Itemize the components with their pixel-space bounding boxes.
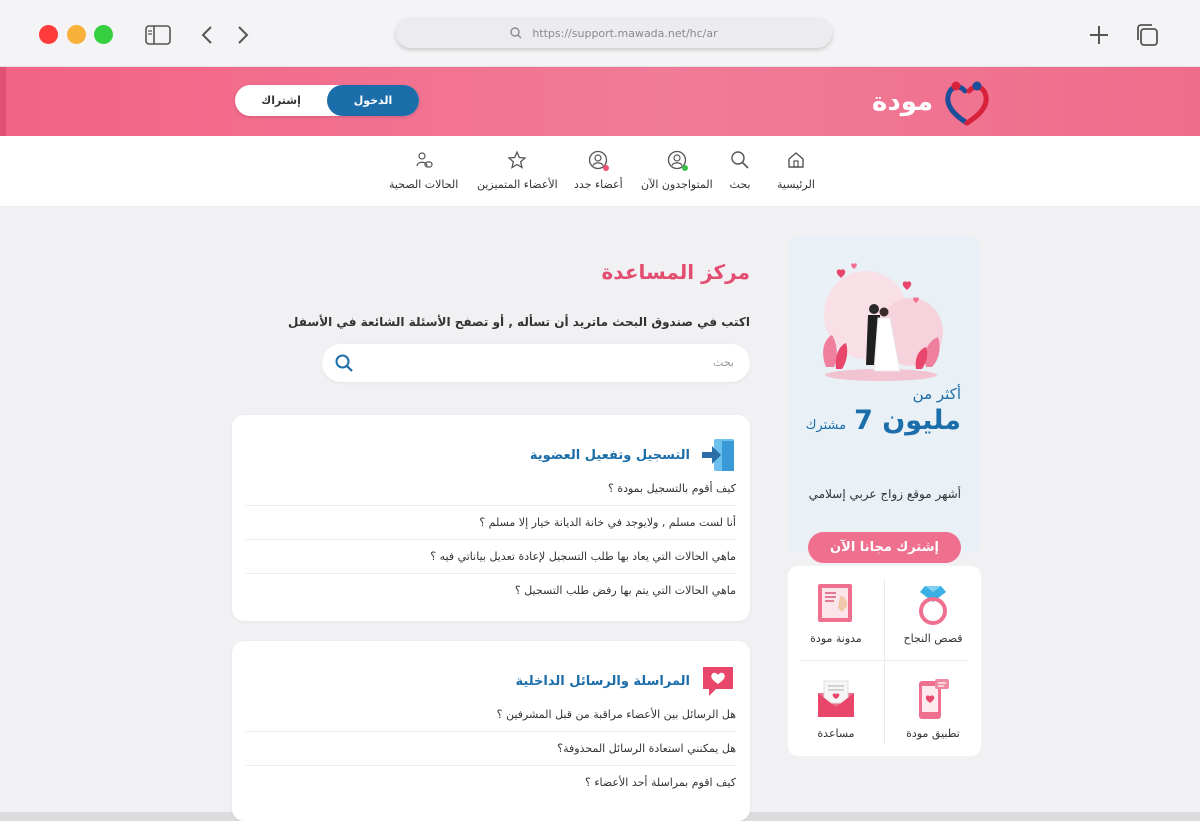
section-header: المراسلة والرسائل الداخلية [516, 663, 736, 699]
nav-item-home[interactable]: الرئيسية [777, 149, 815, 191]
faq-question[interactable]: هل يمكنني استعادة الرسائل المحذوفة؟ [246, 742, 736, 766]
faq-question[interactable]: أنا لست مسلم , ولايوجد في خانة الديانة خ… [246, 516, 736, 540]
logo-icon [945, 81, 989, 126]
page-content: مركز المساعدة اكتب في صندوق البحث ماتريد… [0, 207, 1200, 821]
login-button[interactable]: الدخول [327, 85, 419, 116]
promo-card: أكثر من مشترك 7 مليون أشهر موقع زواج عرب… [788, 235, 981, 563]
nav-label: المتواجدون الآن [641, 178, 713, 191]
chat-heart-icon [703, 667, 733, 696]
user-new-icon [587, 149, 610, 171]
maximize-window-button[interactable] [94, 25, 113, 44]
page-title: مركز المساعدة [601, 260, 750, 284]
sidebar-toggle-icon[interactable] [145, 22, 171, 48]
site-logo[interactable]: مودة [872, 77, 993, 127]
nav-label: الأعضاء المتميزين [477, 178, 558, 191]
search-icon [510, 27, 522, 39]
main-nav: الرئيسية بحث المتواجدون الآن أعضاء جدد ا… [0, 136, 1200, 207]
link-label: مدونة مودة [810, 632, 862, 645]
promo-description: أشهر موقع زواج عربي إسلامي [808, 487, 961, 501]
faq-question[interactable]: هل الرسائل بين الأعضاء مراقبة من قبل الم… [246, 708, 736, 732]
blog-icon [818, 584, 852, 622]
site-header: مودة إشتراك الدخول [0, 67, 1200, 136]
faq-question[interactable]: ماهي الحالات التي يعاد بها طلب التسجيل ل… [246, 550, 736, 574]
search-input[interactable]: بحث [322, 344, 750, 382]
link-blog[interactable]: مدونة مودة [788, 566, 884, 661]
quick-links: قصص النجاح مدونة مودة تطبيق مودة مساعدة [788, 566, 981, 756]
promo-subscriber: مشترك [805, 418, 847, 433]
subscribe-button[interactable]: إشتراك [235, 85, 327, 116]
wedding-illustration [823, 263, 943, 381]
star-icon [506, 149, 528, 171]
section-title[interactable]: المراسلة والرسائل الداخلية [516, 674, 690, 689]
nav-item-search[interactable]: بحث [729, 149, 751, 191]
link-help[interactable]: مساعدة [788, 661, 884, 756]
minimize-window-button[interactable] [67, 25, 86, 44]
search-placeholder: بحث [713, 356, 734, 369]
nav-label: أعضاء جدد [574, 178, 623, 191]
link-app[interactable]: تطبيق مودة [885, 661, 981, 756]
subscribe-now-button[interactable]: إشترك مجانا الآن [808, 532, 961, 563]
section-header: التسجيل وتفعيل العضوية [530, 437, 736, 473]
back-icon[interactable] [194, 22, 220, 48]
phone-app-icon [919, 679, 949, 719]
health-icon [413, 149, 435, 171]
home-icon [785, 149, 807, 171]
nav-label: الرئيسية [777, 178, 815, 191]
promo-more-than: أكثر من [912, 385, 961, 403]
browser-chrome: https://support.mawada.net/hc/ar [0, 0, 1200, 67]
link-label: تطبيق مودة [906, 727, 960, 740]
link-label: قصص النجاح [903, 632, 963, 645]
search-icon[interactable] [334, 353, 354, 373]
faq-question[interactable]: ماهي الحالات التي يتم بها رفض طلب التسجي… [246, 584, 736, 607]
faq-section-messaging: المراسلة والرسائل الداخلية هل الرسائل بي… [232, 641, 750, 821]
link-label: مساعدة [817, 727, 855, 740]
nav-item-featured[interactable]: الأعضاء المتميزين [477, 149, 558, 191]
faq-question[interactable]: كيف أقوم بالتسجيل بمودة ؟ [246, 482, 736, 506]
user-online-icon [666, 149, 688, 171]
nav-label: بحث [729, 178, 751, 191]
link-success-stories[interactable]: قصص النجاح [885, 566, 981, 661]
nav-label: الحالات الصحية [389, 178, 459, 191]
ring-icon [919, 586, 947, 625]
promo-million: 7 مليون [854, 405, 961, 436]
mail-help-icon [818, 680, 854, 717]
nav-item-health[interactable]: الحالات الصحية [389, 149, 458, 191]
auth-toggle: إشتراك الدخول [235, 85, 419, 116]
logo-text: مودة [872, 87, 934, 117]
search-icon [729, 149, 751, 171]
address-bar[interactable]: https://support.mawada.net/hc/ar [396, 18, 832, 48]
login-arrow-icon [702, 439, 734, 471]
new-tab-icon[interactable] [1086, 22, 1112, 48]
faq-question[interactable]: كيف اقوم بمراسلة أحد الأعضاء ؟ [246, 776, 736, 799]
section-title[interactable]: التسجيل وتفعيل العضوية [530, 448, 690, 463]
promo-count: مشترك 7 مليون [806, 405, 961, 436]
nav-item-new-members[interactable]: أعضاء جدد [574, 149, 623, 191]
faq-section-registration: التسجيل وتفعيل العضوية كيف أقوم بالتسجيل… [232, 415, 750, 621]
nav-item-online[interactable]: المتواجدون الآن [641, 149, 713, 191]
tabs-overview-icon[interactable] [1134, 22, 1160, 48]
url-text: https://support.mawada.net/hc/ar [532, 26, 718, 40]
forward-icon[interactable] [230, 22, 256, 48]
page-subtitle: اكتب في صندوق البحث ماتريد أن تسأله , أو… [288, 315, 750, 329]
close-window-button[interactable] [39, 25, 58, 44]
